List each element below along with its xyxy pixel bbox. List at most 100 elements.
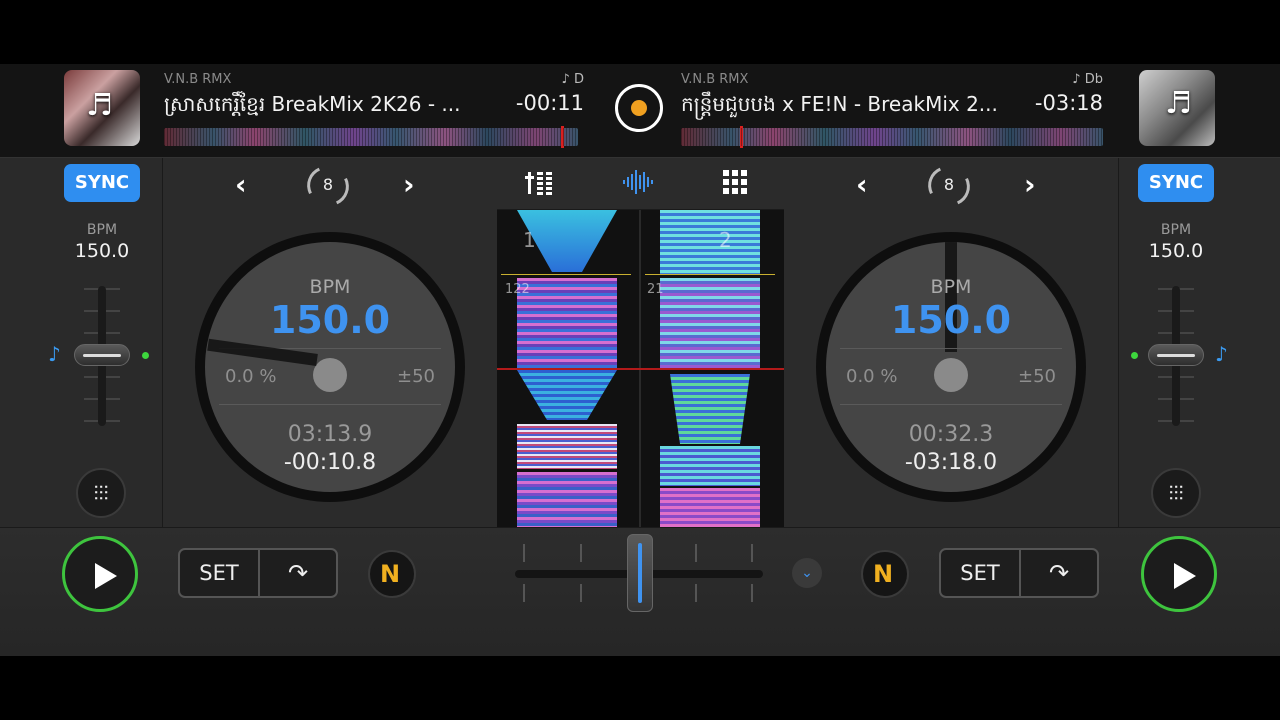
transport-bar: SET ↷ N ⌄ N SET ↷ xyxy=(0,527,1280,656)
deck-a-jog-wheel[interactable]: BPM 150.0 0.0 % ±50 03:13.9 -00:10.8 xyxy=(195,232,465,502)
deck-a-pitch-handle[interactable] xyxy=(74,344,130,366)
keylock-icon[interactable]: ♪ xyxy=(1215,342,1228,366)
center-tab-bar xyxy=(497,158,784,210)
divider xyxy=(840,404,1062,405)
deck-b-neural-mix-button[interactable]: N xyxy=(861,550,909,598)
waveform-segment xyxy=(517,472,617,527)
platter-bpm: 150.0 xyxy=(269,298,391,342)
deck-a-playhead xyxy=(561,126,565,148)
deck-b-loop-button[interactable]: 8 xyxy=(922,160,976,212)
music-note-icon: ♬ xyxy=(1165,86,1192,121)
mixer-icon xyxy=(525,172,552,195)
mixer-tab[interactable] xyxy=(521,168,561,200)
waveform-icon xyxy=(623,170,653,194)
deck-b-eq-button[interactable]: ⫶⫶⫶ xyxy=(1151,468,1201,518)
deck-a-marker: 1 xyxy=(523,228,536,252)
waveform-segment xyxy=(517,370,617,420)
chevron-down-icon: ⌄ xyxy=(801,565,813,581)
deck-a-artist: V.N.B RMX xyxy=(164,72,232,87)
deck-a-sync-button[interactable]: SYNC xyxy=(64,164,140,202)
deck-b-side-panel: SYNC BPM 150.0 ♪ ⫶⫶⫶ xyxy=(1118,158,1280,527)
pads-tab[interactable] xyxy=(715,168,755,200)
deck-a: ‹ 8 › BPM 150.0 0.0 % ±50 03:13.9 -00:10… xyxy=(163,158,497,527)
waveform-panel: 1 2 122 21 xyxy=(497,158,784,527)
deck-b-remaining-time: -03:18 xyxy=(1034,91,1103,115)
waveform-segment xyxy=(517,424,617,469)
deck-a-bpm-label: BPM xyxy=(86,222,118,238)
pitch-range[interactable]: ±50 xyxy=(397,366,435,387)
chevron-right-icon[interactable]: › xyxy=(1024,168,1036,201)
deck-a-bpm-value: 150.0 xyxy=(74,240,130,262)
play-icon xyxy=(1174,563,1196,589)
pads-grid-icon xyxy=(723,170,747,194)
deck-b-bpm-value: 150.0 xyxy=(1148,240,1204,262)
crossfader-tick xyxy=(523,584,525,602)
deck-b-marker: 2 xyxy=(719,228,732,252)
platter-bpm-label: BPM xyxy=(309,276,351,298)
deck-b-pitch-handle[interactable] xyxy=(1148,344,1204,366)
crossfader-tick xyxy=(751,584,753,602)
eq-sliders-icon: ⫶⫶⫶ xyxy=(1168,481,1184,505)
deck-b-sync-button[interactable]: SYNC xyxy=(1138,164,1214,202)
deck-b-title: កន្ត្រឹមជួបបង x FE!N - BreakMix 2... xyxy=(681,92,998,116)
deck-a-cover-art[interactable]: ♬ xyxy=(64,70,140,146)
crossfader-options-button[interactable]: ⌄ xyxy=(792,558,822,588)
crossfader-tick xyxy=(580,544,582,562)
deck-a-title: ស្រាសកេរ្តិ៍ខ្មែរ BreakMix 2K26 - ... xyxy=(164,92,461,116)
pitch-range[interactable]: ±50 xyxy=(1018,366,1056,387)
deck-a-play-button[interactable] xyxy=(62,536,138,612)
waveform-tab[interactable] xyxy=(619,168,659,200)
jump-arrow-icon: ↷ xyxy=(1048,559,1070,587)
deck-b-set-cue-button[interactable]: SET xyxy=(941,550,1021,596)
beat-marker xyxy=(645,274,775,275)
chevron-left-icon[interactable]: ‹ xyxy=(856,168,868,201)
deck-a-jump-cue-button[interactable]: ↷ xyxy=(260,550,336,596)
deck-b-overview-waveform[interactable] xyxy=(681,126,1103,148)
waveform-segment xyxy=(670,374,750,444)
crossfader-tick xyxy=(580,584,582,602)
deck-a-track-info[interactable]: V.N.B RMX ♪ D ស្រាសកេរ្តិ៍ខ្មែរ BreakMix… xyxy=(164,72,584,148)
pitch-center-indicator xyxy=(142,352,149,359)
waveform-segment xyxy=(660,278,760,370)
neural-mix-icon: N xyxy=(872,560,894,588)
chevron-left-icon[interactable]: ‹ xyxy=(235,168,247,201)
deck-b-platter[interactable]: BPM 150.0 0.0 % ±50 00:32.3 -03:18.0 xyxy=(826,242,1076,492)
keylock-icon[interactable]: ♪ xyxy=(48,342,61,366)
neural-mix-icon: N xyxy=(379,560,401,588)
deck-a-side-panel: SYNC BPM 150.0 ♪ ⫶⫶⫶ xyxy=(0,158,163,527)
deck-a-remaining-time: -00:11 xyxy=(515,91,584,115)
deck-b: ‹ 8 › BPM 150.0 0.0 % ±50 00:32.3 -03:18… xyxy=(784,158,1118,527)
deck-a-loop-nav: ‹ 8 › xyxy=(163,160,497,212)
deck-b-track-info[interactable]: V.N.B RMX ♪ Db កន្ត្រឹមជួបបង x FE!N - Br… xyxy=(681,72,1103,148)
beat-marker xyxy=(501,274,631,275)
pitch-percent: 0.0 % xyxy=(846,366,898,387)
deck-b-jump-cue-button[interactable]: ↷ xyxy=(1021,550,1097,596)
deck-b-play-button[interactable] xyxy=(1141,536,1217,612)
deck-a-overview-waveform[interactable] xyxy=(164,126,578,148)
deck-b-artist: V.N.B RMX xyxy=(681,72,749,87)
elapsed-time: 03:13.9 xyxy=(287,422,373,447)
deck-a-set-cue-button[interactable]: SET xyxy=(180,550,260,596)
record-button[interactable] xyxy=(615,84,663,132)
deck-b-cover-art[interactable]: ♬ xyxy=(1139,70,1215,146)
deck-a-key: ♪ D xyxy=(561,72,584,87)
deck-a-loop-beats: 8 xyxy=(322,175,334,194)
deck-a-beat-label: 122 xyxy=(505,282,530,297)
deck-a-eq-button[interactable]: ⫶⫶⫶ xyxy=(76,468,126,518)
crossfader-handle[interactable] xyxy=(627,534,653,612)
chevron-right-icon[interactable]: › xyxy=(403,168,415,201)
deck-b-key: ♪ Db xyxy=(1072,72,1103,87)
platter-hub xyxy=(934,358,968,392)
deck-b-jog-wheel[interactable]: BPM 150.0 0.0 % ±50 00:32.3 -03:18.0 xyxy=(816,232,1086,502)
platter-bpm: 150.0 xyxy=(890,298,1012,342)
dj-app: ♬ V.N.B RMX ♪ D ស្រាសកេរ្តិ៍ខ្មែរ BreakM… xyxy=(0,64,1280,656)
platter-bpm-label: BPM xyxy=(930,276,972,298)
crossfader-tick xyxy=(523,544,525,562)
deck-a-platter[interactable]: BPM 150.0 0.0 % ±50 03:13.9 -00:10.8 xyxy=(205,242,455,492)
jump-arrow-icon: ↷ xyxy=(287,559,309,587)
deck-a-loop-button[interactable]: 8 xyxy=(301,160,355,212)
pitch-percent: 0.0 % xyxy=(225,366,277,387)
deck-b-beat-label: 21 xyxy=(647,282,664,297)
pitch-center-indicator xyxy=(1131,352,1138,359)
deck-a-neural-mix-button[interactable]: N xyxy=(368,550,416,598)
